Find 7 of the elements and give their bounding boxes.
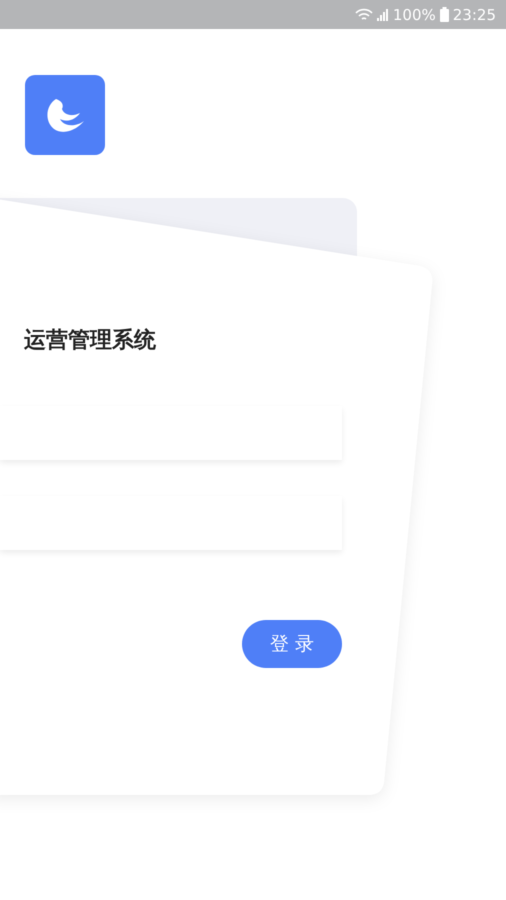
login-button[interactable]: 登 录 — [242, 620, 342, 668]
battery-level: 100% — [392, 6, 436, 24]
signal-icon — [376, 8, 389, 20]
battery-icon — [440, 7, 449, 22]
clock-time: 23:25 — [452, 6, 496, 24]
wifi-icon — [354, 8, 373, 22]
system-title: 运营管理系统 — [24, 327, 157, 355]
